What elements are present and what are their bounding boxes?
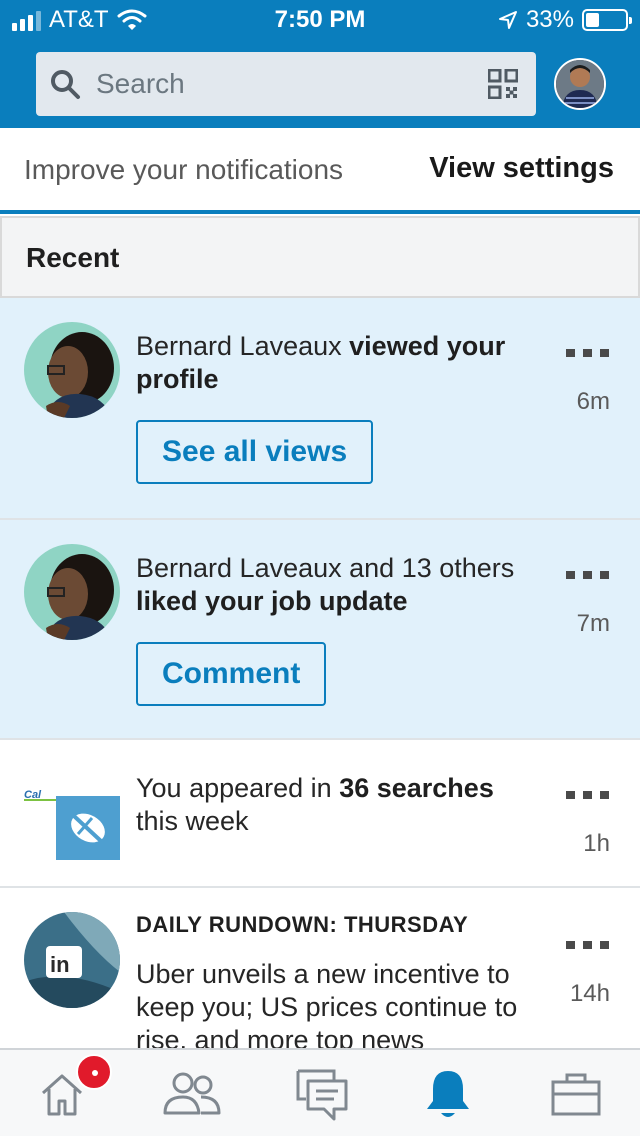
see-all-views-button[interactable]: See all views xyxy=(136,420,374,484)
message-prefix: You appeared in xyxy=(136,773,332,803)
settings-prompt-text: Improve your notifications xyxy=(24,154,344,185)
timestamp: 1h xyxy=(583,830,610,857)
actor-name: Bernard Laveaux and 13 others xyxy=(136,553,515,583)
search-count: 36 searches xyxy=(339,773,494,803)
notification-badge xyxy=(76,1054,112,1090)
status-right: 33% xyxy=(498,6,632,34)
svg-text:in: in xyxy=(50,952,70,977)
avatar[interactable] xyxy=(24,322,120,418)
bottom-tab-bar xyxy=(0,1048,640,1136)
timestamp: 7m xyxy=(576,610,610,637)
notifications-icon xyxy=(427,1071,469,1117)
timestamp: 6m xyxy=(576,388,610,415)
timestamp: 14h xyxy=(569,980,610,1007)
search-bar[interactable] xyxy=(36,52,536,116)
comment-button[interactable]: Comment xyxy=(136,642,327,706)
tab-my-network[interactable] xyxy=(160,1064,224,1124)
avatar[interactable] xyxy=(24,544,120,640)
search-input[interactable] xyxy=(96,68,456,100)
tab-notifications[interactable] xyxy=(416,1064,480,1124)
battery-icon xyxy=(582,9,632,31)
search-appearance-icon: Cal xyxy=(24,789,120,860)
news-overline: DAILY RUNDOWN: THURSDAY xyxy=(136,912,469,937)
avatar-photo xyxy=(24,544,120,640)
notification-card[interactable]: in DAILY RUNDOWN: THURSDAY Uber unveils … xyxy=(0,888,640,1058)
more-options-icon[interactable] xyxy=(566,940,610,950)
battery-percent: 33% xyxy=(525,6,574,33)
notification-message: You appeared in 36 searches this week xyxy=(136,772,546,838)
notification-message: Bernard Laveaux and 13 others liked your… xyxy=(136,552,546,618)
section-header-recent: Recent xyxy=(0,216,640,298)
more-options-icon[interactable] xyxy=(566,790,610,800)
more-options-icon[interactable] xyxy=(566,570,610,580)
battery-fill xyxy=(586,13,599,27)
notification-card[interactable]: Cal You appeared in 36 searches this wee… xyxy=(0,740,640,888)
notification-action: liked your job update xyxy=(136,586,408,616)
status-bar: AT&T 7:50 PM 33% xyxy=(0,0,640,40)
profile-photo xyxy=(556,60,604,108)
search-icon xyxy=(51,70,80,99)
notification-settings-bar: Improve your notifications View settings xyxy=(0,128,640,214)
qr-code-icon[interactable] xyxy=(488,69,518,99)
app-screen: AT&T 7:50 PM 33% Search Improve your not… xyxy=(0,0,640,1136)
messaging-icon xyxy=(296,1069,348,1121)
section-title: Recent xyxy=(26,242,120,273)
my-network-icon xyxy=(163,1072,221,1115)
message-suffix: this week xyxy=(136,806,249,836)
avatar-photo xyxy=(24,322,120,418)
top-header: AT&T 7:50 PM 33% xyxy=(0,0,640,128)
view-settings-link[interactable]: View settings xyxy=(429,152,614,185)
tab-messaging[interactable] xyxy=(290,1064,354,1124)
news-avatar[interactable]: in xyxy=(24,912,120,1008)
tab-jobs[interactable] xyxy=(544,1064,608,1124)
notification-card[interactable]: Bernard Laveaux and 13 others liked your… xyxy=(0,520,640,740)
jobs-icon xyxy=(551,1073,601,1116)
notification-card[interactable]: Bernard Laveaux viewed your profile 6m S… xyxy=(0,298,640,520)
more-options-icon[interactable] xyxy=(566,348,610,358)
notification-message: Bernard Laveaux viewed your profile xyxy=(136,330,546,396)
actor-name: Bernard Laveaux xyxy=(136,331,342,361)
linkedin-news-photo: in xyxy=(24,912,120,1008)
profile-avatar[interactable] xyxy=(554,58,606,110)
location-arrow-icon xyxy=(498,11,517,29)
news-headline: Uber unveils a new incentive to keep you… xyxy=(136,959,518,1055)
